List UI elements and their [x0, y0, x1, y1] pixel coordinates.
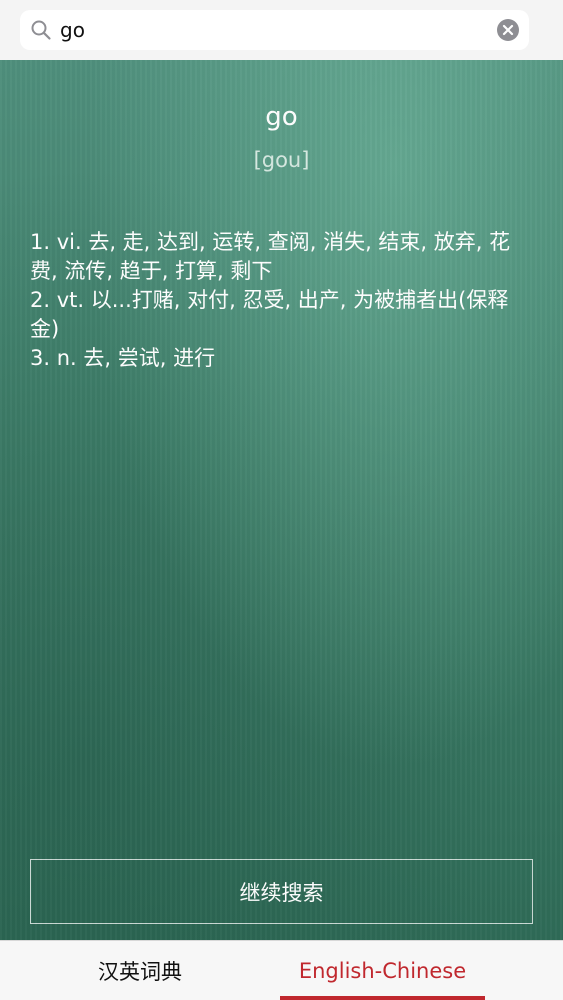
tab-chinese-english[interactable]: 汉英词典 [0, 941, 280, 1000]
search-field[interactable] [20, 10, 529, 50]
continue-search-button[interactable]: 继续搜索 [30, 859, 533, 924]
tab-bar: 汉英词典 English-Chinese [0, 940, 563, 1000]
definition-board: go [gou] 1. vi. 去, 走, 达到, 运转, 查阅, 消失, 结束… [0, 60, 563, 940]
definition-item: 3. n. 去, 尝试, 进行 [30, 346, 216, 370]
phonetic: [gou] [253, 148, 310, 172]
search-input[interactable] [60, 10, 480, 50]
definition-list: 1. vi. 去, 走, 达到, 运转, 查阅, 消失, 结束, 放弃, 花费,… [30, 228, 530, 373]
clear-icon[interactable] [497, 19, 519, 41]
headword: go [265, 102, 298, 132]
active-tab-indicator [280, 996, 485, 1000]
definition-item: 2. vt. 以...打赌, 对付, 忍受, 出产, 为被捕者出(保释金) [30, 288, 509, 341]
tab-english-chinese[interactable]: English-Chinese [280, 941, 485, 1000]
search-icon [30, 19, 52, 41]
definition-item: 1. vi. 去, 走, 达到, 运转, 查阅, 消失, 结束, 放弃, 花费,… [30, 230, 511, 283]
search-bar [0, 0, 563, 60]
